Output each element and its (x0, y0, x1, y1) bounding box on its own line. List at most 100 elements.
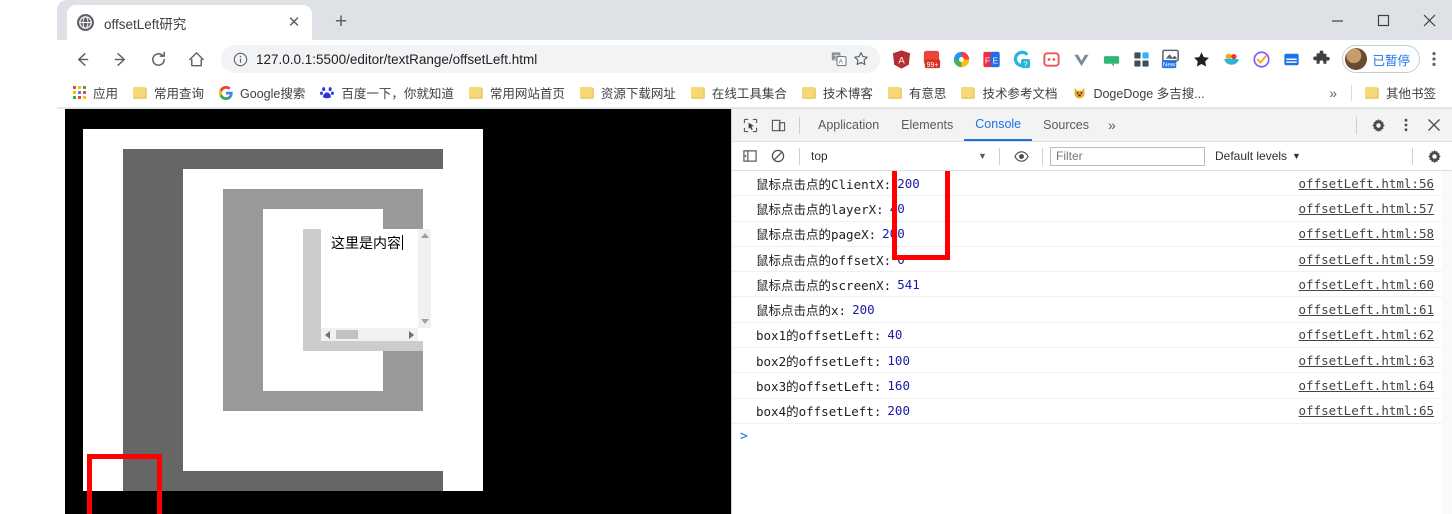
console-prompt-row[interactable]: > (732, 424, 1452, 450)
log-row[interactable]: box4的offsetLeft: 200 offsetLeft.html:65 (732, 399, 1452, 424)
scroll-up-arrow-icon[interactable] (421, 233, 429, 238)
log-source-link[interactable]: offsetLeft.html:65 (1299, 403, 1444, 418)
home-icon[interactable] (182, 45, 210, 73)
color-wheel-extension-icon[interactable] (948, 46, 974, 72)
new-tab-extension-icon[interactable]: New (1158, 46, 1184, 72)
apps-squares-extension-icon[interactable] (1128, 46, 1154, 72)
inspect-cursor-icon[interactable] (736, 112, 764, 138)
log-row[interactable]: box2的offsetLeft: 100 offsetLeft.html:63 (732, 348, 1452, 374)
tab-sources[interactable]: Sources (1032, 109, 1100, 141)
back-arrow-icon[interactable] (68, 45, 96, 73)
bookmark-item-1[interactable]: Google搜索 (212, 81, 311, 105)
vue-devtools-extension-icon[interactable] (1068, 46, 1094, 72)
console-log-list[interactable]: 鼠标点击点的ClientX: 200 offsetLeft.html:56 鼠标… (732, 171, 1452, 514)
clear-console-icon[interactable] (764, 143, 792, 169)
angular-extension-icon[interactable]: A (888, 46, 914, 72)
page-viewport[interactable]: 这里是内容 (65, 109, 731, 514)
page-box4[interactable]: 这里是内容 (223, 189, 431, 411)
console-filter-input[interactable] (1050, 146, 1205, 166)
log-row[interactable]: 鼠标点击点的x: 200 offsetLeft.html:61 (732, 297, 1452, 323)
log-source-link[interactable]: offsetLeft.html:64 (1299, 378, 1444, 393)
kebab-menu-icon[interactable] (1422, 45, 1446, 73)
log-row[interactable]: 鼠标点击点的ClientX: 200 offsetLeft.html:56 (732, 171, 1452, 197)
bookmarks-overflow-button[interactable]: » (1323, 81, 1343, 105)
fruit-bowl-extension-icon[interactable] (1218, 46, 1244, 72)
log-source-link[interactable]: offsetLeft.html:60 (1299, 277, 1444, 292)
more-tabs-icon[interactable]: » (1100, 117, 1124, 133)
log-source-link[interactable]: offsetLeft.html:57 (1299, 201, 1444, 216)
editable-text[interactable]: 这里是内容 (331, 233, 403, 253)
red-box-extension-icon[interactable] (1038, 46, 1064, 72)
question-extension-icon[interactable]: ? (1008, 46, 1034, 72)
execution-context-select[interactable]: top ▼ (807, 146, 992, 166)
close-icon[interactable] (1420, 112, 1448, 138)
log-row[interactable]: 鼠标点击点的offsetX: 0 offsetLeft.html:59 (732, 247, 1452, 273)
forward-arrow-icon[interactable] (106, 45, 134, 73)
bookmark-apps[interactable]: 应用 (65, 81, 124, 105)
scroll-right-arrow-icon[interactable] (409, 331, 414, 339)
page-box5[interactable]: 这里是内容 (263, 209, 431, 391)
tab-console[interactable]: Console (964, 109, 1033, 141)
console-settings-gear-icon[interactable] (1420, 143, 1448, 169)
info-circle-icon[interactable] (231, 50, 249, 68)
browser-tab[interactable]: offsetLeft研究 ✕ (67, 5, 312, 40)
profile-button[interactable]: 已暂停 (1342, 45, 1420, 73)
star-outline-icon[interactable] (850, 48, 872, 70)
page-box6[interactable]: 这里是内容 (303, 229, 431, 351)
log-row[interactable]: box1的offsetLeft: 40 offsetLeft.html:62 (732, 323, 1452, 349)
log-row[interactable]: 鼠标点击点的layerX: 40 offsetLeft.html:57 (732, 196, 1452, 222)
bookmark-item-3[interactable]: 常用网站首页 (462, 81, 571, 105)
log-row[interactable]: 鼠标点击点的screenX: 541 offsetLeft.html:60 (732, 272, 1452, 298)
editable-content-box[interactable]: 这里是内容 (321, 229, 431, 341)
green-chat-extension-icon[interactable] (1098, 46, 1124, 72)
page-box3[interactable]: 这里是内容 (183, 169, 463, 471)
bookmark-item-6[interactable]: 技术博客 (795, 81, 879, 105)
puzzle-extensions-icon[interactable] (1308, 46, 1334, 72)
check-circle-extension-icon[interactable] (1248, 46, 1274, 72)
live-expression-eye-icon[interactable] (1007, 143, 1035, 169)
console-scrollbar[interactable] (1442, 171, 1452, 514)
log-source-link[interactable]: offsetLeft.html:61 (1299, 302, 1444, 317)
log-source-link[interactable]: offsetLeft.html:58 (1299, 226, 1444, 241)
address-bar-url[interactable]: 127.0.0.1:5500/editor/textRange/offsetLe… (256, 52, 828, 67)
tab-application[interactable]: Application (807, 109, 890, 141)
tab-elements[interactable]: Elements (890, 109, 964, 141)
page-box2[interactable]: 这里是内容 (123, 149, 463, 491)
notes-extension-icon[interactable] (1278, 46, 1304, 72)
star-extension-icon[interactable] (1188, 46, 1214, 72)
horizontal-scrollbar[interactable] (321, 328, 418, 341)
close-icon[interactable] (1406, 0, 1452, 40)
bookmark-item-4[interactable]: 资源下载网址 (573, 81, 682, 105)
gear-icon[interactable] (1364, 112, 1392, 138)
bookmark-item-9[interactable]: DogeDoge 多吉搜... (1065, 81, 1210, 105)
log-source-link[interactable]: offsetLeft.html:63 (1299, 353, 1444, 368)
log-row[interactable]: box3的offsetLeft: 160 offsetLeft.html:64 (732, 373, 1452, 399)
new-tab-button[interactable]: + (329, 11, 353, 35)
vertical-scrollbar[interactable] (418, 229, 431, 328)
tab-close-icon[interactable]: ✕ (286, 15, 302, 31)
bookmark-other[interactable]: 其他书签 (1358, 81, 1442, 105)
clipboard-counter-extension-icon[interactable]: 99+ (918, 46, 944, 72)
bookmark-item-5[interactable]: 在线工具集合 (684, 81, 793, 105)
log-row[interactable]: 鼠标点击点的pageX: 200 offsetLeft.html:58 (732, 222, 1452, 247)
bookmark-item-8[interactable]: 技术参考文档 (954, 81, 1063, 105)
bookmark-item-2[interactable]: 百度一下，你就知道 (313, 81, 460, 105)
log-source-link[interactable]: offsetLeft.html:59 (1299, 252, 1444, 267)
kebab-menu-icon[interactable] (1392, 112, 1420, 138)
bookmark-item-0[interactable]: 常用查询 (126, 81, 210, 105)
translate-icon[interactable]: 文 A (828, 48, 850, 70)
log-levels-select[interactable]: Default levels ▼ (1215, 149, 1301, 163)
address-bar[interactable]: 127.0.0.1:5500/editor/textRange/offsetLe… (221, 45, 881, 73)
log-source-link[interactable]: offsetLeft.html:62 (1299, 327, 1444, 342)
page-box1[interactable]: 这里是内容 (83, 129, 483, 491)
console-sidebar-icon[interactable] (736, 143, 764, 169)
horizontal-scroll-thumb[interactable] (336, 330, 358, 339)
device-toolbar-icon[interactable] (764, 112, 792, 138)
bookmark-item-7[interactable]: 有意思 (881, 81, 953, 105)
fe-helper-extension-icon[interactable]: FE (978, 46, 1004, 72)
minimize-icon[interactable] (1314, 0, 1360, 40)
maximize-icon[interactable] (1360, 0, 1406, 40)
scroll-down-arrow-icon[interactable] (421, 319, 429, 324)
log-source-link[interactable]: offsetLeft.html:56 (1299, 176, 1444, 191)
scroll-left-arrow-icon[interactable] (325, 331, 330, 339)
